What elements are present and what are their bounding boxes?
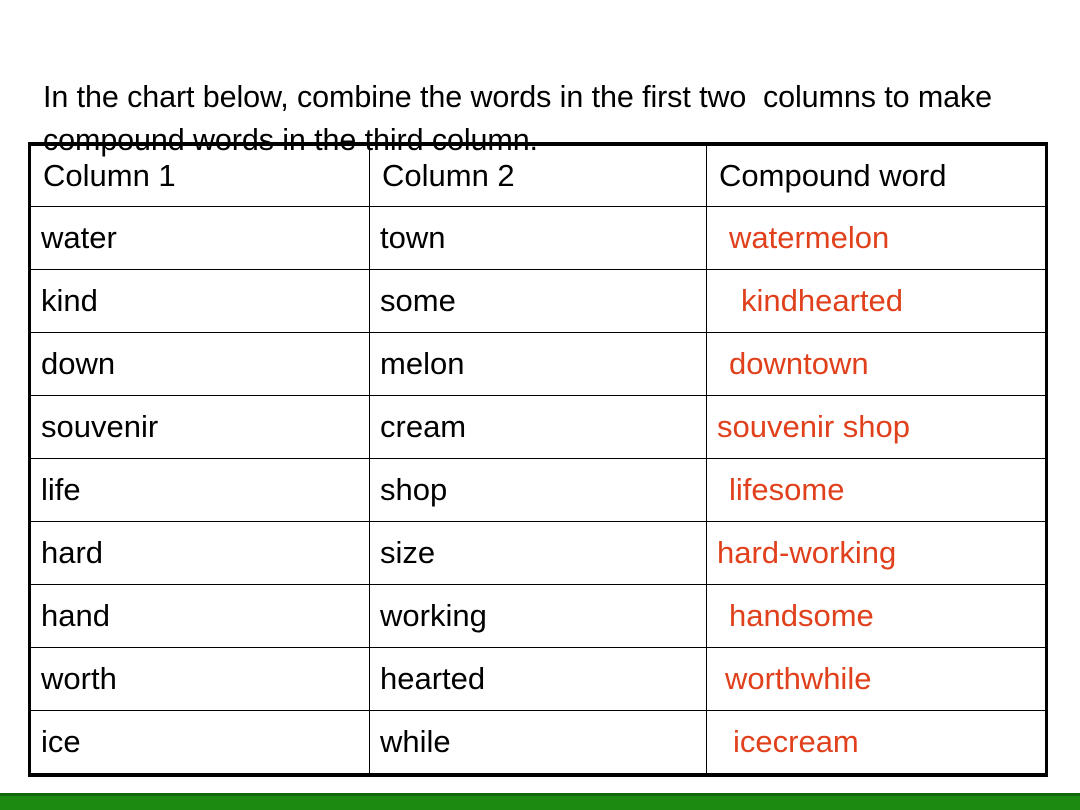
word-column-2: while <box>380 723 451 759</box>
cell-compound-word: souvenir shop <box>706 395 1047 459</box>
compound-words-table: Column 1 Column 2 Compound word water to… <box>28 142 1048 777</box>
cell-column-1: hand <box>29 584 370 648</box>
cell-column-2: some <box>369 269 707 333</box>
word-column-2: shop <box>380 471 448 507</box>
cell-column-2: while <box>369 710 707 776</box>
header-label-compound-word: Compound word <box>719 157 947 193</box>
table-header: Column 1 Column 2 Compound word <box>29 143 1047 207</box>
word-compound: icecream <box>733 723 859 759</box>
cell-column-2: size <box>369 521 707 585</box>
slide-canvas: In the chart below, combine the words in… <box>0 0 1080 810</box>
cell-column-2: town <box>369 206 707 270</box>
table-row: water town watermelon <box>29 206 1047 270</box>
word-column-1: life <box>41 471 81 507</box>
header-label-column-2: Column 2 <box>382 157 515 193</box>
word-compound: kindhearted <box>741 282 904 318</box>
cell-compound-word: icecream <box>706 710 1047 776</box>
header-cell-compound-word: Compound word <box>706 143 1047 207</box>
word-column-2: town <box>380 219 446 255</box>
word-column-2: size <box>380 534 436 570</box>
word-compound: downtown <box>729 345 869 381</box>
header-label-column-1: Column 1 <box>43 157 176 193</box>
table-row: down melon downtown <box>29 332 1047 396</box>
word-column-2: hearted <box>380 660 486 696</box>
table-row: ice while icecream <box>29 710 1047 776</box>
table-row: hand working handsome <box>29 584 1047 648</box>
cell-compound-word: kindhearted <box>706 269 1047 333</box>
header-cell-column-2: Column 2 <box>369 143 707 207</box>
cell-compound-word: downtown <box>706 332 1047 396</box>
word-compound: watermelon <box>729 219 890 255</box>
word-column-1: hand <box>41 597 110 633</box>
word-column-2: working <box>380 597 487 633</box>
table-row: hard size hard-working <box>29 521 1047 585</box>
cell-compound-word: handsome <box>706 584 1047 648</box>
table-row: life shop lifesome <box>29 458 1047 522</box>
word-compound: hard-working <box>717 534 897 570</box>
table-row: souvenir cream souvenir shop <box>29 395 1047 459</box>
table-body: water town watermelon kind some kindhear… <box>29 206 1047 776</box>
table-header-row: Column 1 Column 2 Compound word <box>29 143 1047 207</box>
cell-column-1: souvenir <box>29 395 370 459</box>
word-column-1: down <box>41 345 116 381</box>
cell-compound-word: worthwhile <box>706 647 1047 711</box>
word-compound: worthwhile <box>725 660 872 696</box>
cell-compound-word: lifesome <box>706 458 1047 522</box>
cell-column-1: water <box>29 206 370 270</box>
word-column-2: melon <box>380 345 465 381</box>
cell-column-1: worth <box>29 647 370 711</box>
cell-compound-word: hard-working <box>706 521 1047 585</box>
cell-column-1: down <box>29 332 370 396</box>
word-column-1: ice <box>41 723 81 759</box>
word-column-2: some <box>380 282 456 318</box>
cell-column-1: kind <box>29 269 370 333</box>
word-compound: lifesome <box>729 471 845 507</box>
word-compound: handsome <box>729 597 874 633</box>
cell-column-2: shop <box>369 458 707 522</box>
word-column-2: cream <box>380 408 467 444</box>
cell-column-1: hard <box>29 521 370 585</box>
word-column-1: kind <box>41 282 98 318</box>
word-compound: souvenir shop <box>717 408 911 444</box>
cell-column-2: working <box>369 584 707 648</box>
cell-column-2: hearted <box>369 647 707 711</box>
cell-column-1: life <box>29 458 370 522</box>
word-column-1: water <box>41 219 117 255</box>
cell-column-2: cream <box>369 395 707 459</box>
footer-accent-bar <box>0 793 1080 810</box>
table-row: worth hearted worthwhile <box>29 647 1047 711</box>
cell-compound-word: watermelon <box>706 206 1047 270</box>
table-row: kind some kindhearted <box>29 269 1047 333</box>
word-column-1: worth <box>41 660 117 696</box>
cell-column-2: melon <box>369 332 707 396</box>
word-column-1: hard <box>41 534 104 570</box>
word-column-1: souvenir <box>41 408 159 444</box>
header-cell-column-1: Column 1 <box>29 143 370 207</box>
cell-column-1: ice <box>29 710 370 776</box>
